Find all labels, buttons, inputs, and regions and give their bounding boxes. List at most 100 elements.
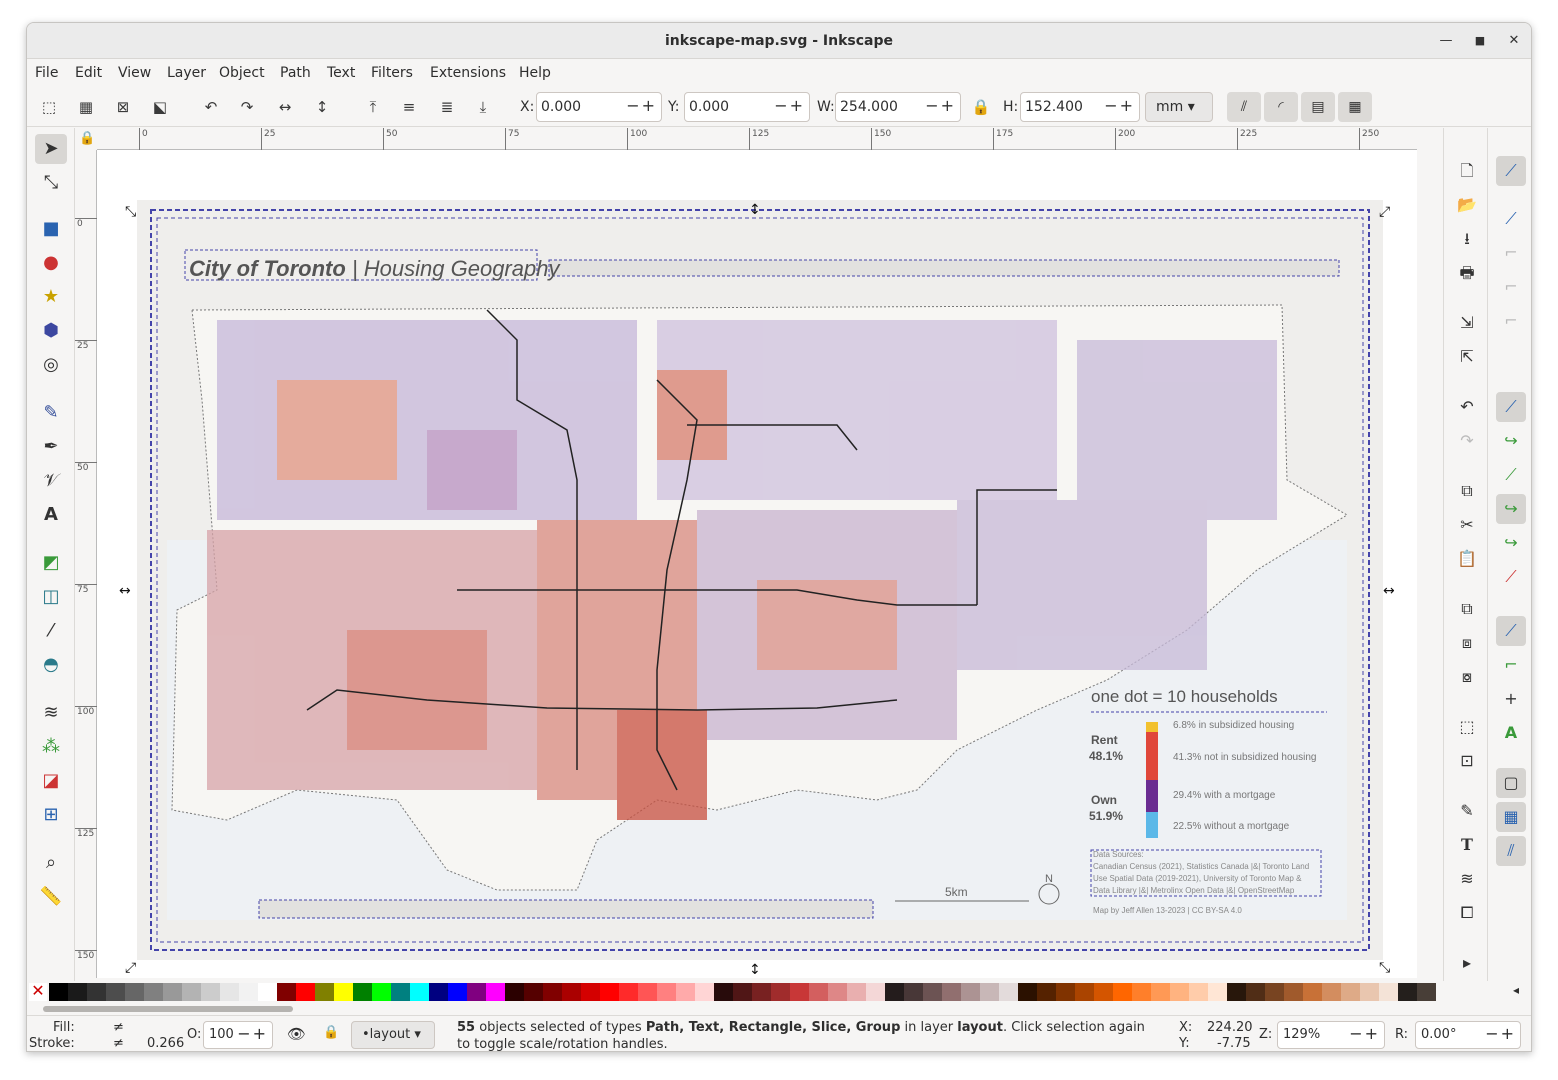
rotation-value[interactable]: 0.00°	[1421, 1027, 1456, 1042]
text-tool-icon[interactable]: A	[35, 500, 67, 530]
palette-swatch[interactable]	[885, 983, 904, 1001]
palette-swatch[interactable]	[1132, 983, 1151, 1001]
stroke-width[interactable]: 0.266	[147, 1036, 184, 1051]
snap-path-icon[interactable]: ↪	[1496, 426, 1526, 456]
more-commands-icon[interactable]: ▸	[1452, 948, 1482, 978]
eraser-tool-icon[interactable]: ◪	[35, 766, 67, 796]
menu-help[interactable]: Help	[519, 65, 551, 81]
selector-tool-icon[interactable]: ➤	[35, 134, 67, 164]
palette-swatch[interactable]	[144, 983, 163, 1001]
snap-grid-icon[interactable]: ▦	[1496, 802, 1526, 832]
new-document-icon[interactable]: 🗋	[1452, 156, 1482, 186]
snap-smooth-icon[interactable]: ↪	[1496, 528, 1526, 558]
palette-swatch[interactable]	[106, 983, 125, 1001]
rotation-input[interactable]: 0.00° −+	[1415, 1021, 1521, 1049]
node-tool-icon[interactable]: ⤡	[35, 168, 67, 198]
gradient-tool-icon[interactable]: ◩	[35, 548, 67, 578]
menu-file[interactable]: File	[35, 65, 58, 81]
palette-swatch[interactable]	[543, 983, 562, 1001]
paint-bucket-tool-icon[interactable]: ◓	[35, 650, 67, 680]
measure-tool-icon[interactable]: 📏	[35, 882, 67, 912]
scale-handle-w-icon[interactable]: ↔	[119, 583, 131, 599]
palette-swatch[interactable]	[1151, 983, 1170, 1001]
palette-swatch[interactable]	[752, 983, 771, 1001]
canvas[interactable]: ⤡ ↕ ⤢ ↔ ↔ ⤢ ↕ ⤡ City of Toronto | Housin…	[97, 150, 1417, 978]
palette-swatch[interactable]	[619, 983, 638, 1001]
export-icon[interactable]: ⇱	[1452, 342, 1482, 372]
snap-others-icon[interactable]: ⟋	[1496, 616, 1526, 646]
clone-icon[interactable]: ⧈	[1452, 628, 1482, 658]
scale-stroke-icon[interactable]: ⫽	[1227, 92, 1261, 122]
palette-swatch[interactable]	[999, 983, 1018, 1001]
scale-corners-icon[interactable]: ◜	[1264, 92, 1298, 122]
palette-swatch[interactable]	[68, 983, 87, 1001]
undo-icon[interactable]: ↶	[1452, 392, 1482, 422]
palette-swatch[interactable]	[1170, 983, 1189, 1001]
rectangle-tool-icon[interactable]: ■	[35, 214, 67, 244]
lower-to-bottom-icon[interactable]: ⤓	[471, 95, 495, 119]
palette-swatch[interactable]	[828, 983, 847, 1001]
mesh-tool-icon[interactable]: ◫	[35, 582, 67, 612]
stroke-value[interactable]: ≠	[113, 1036, 124, 1051]
horizontal-scrollbar[interactable]	[27, 1003, 1531, 1015]
palette-swatch[interactable]	[1227, 983, 1246, 1001]
import-icon[interactable]: ⇲	[1452, 308, 1482, 338]
palette-swatch[interactable]	[486, 983, 505, 1001]
menu-object[interactable]: Object	[219, 65, 265, 81]
palette-swatch[interactable]	[296, 983, 315, 1001]
palette-swatch[interactable]	[467, 983, 486, 1001]
layer-lock-icon[interactable]: 🔒	[323, 1025, 339, 1040]
xml-editor-icon[interactable]: ⧠	[1452, 898, 1482, 928]
dropper-tool-icon[interactable]: ⁄	[35, 616, 67, 646]
palette-swatch[interactable]	[49, 983, 68, 1001]
select-all-icon[interactable]: ⬚	[37, 95, 61, 119]
y-stepper-icon[interactable]: −+	[774, 96, 805, 115]
palette-swatch[interactable]	[847, 983, 866, 1001]
minimize-icon[interactable]: —	[1437, 32, 1455, 50]
palette-swatch[interactable]	[1341, 983, 1360, 1001]
group-icon[interactable]: ⬚	[1452, 712, 1482, 742]
palette-swatch[interactable]	[1265, 983, 1284, 1001]
tweak-tool-icon[interactable]: ≋	[35, 698, 67, 728]
calligraphy-tool-icon[interactable]: 𝒱	[35, 466, 67, 496]
snap-text-baseline-icon[interactable]: A	[1496, 718, 1526, 748]
palette-swatch[interactable]	[1322, 983, 1341, 1001]
rotate-cw-icon[interactable]: ↷	[235, 95, 259, 119]
palette-swatch[interactable]	[790, 983, 809, 1001]
palette-swatch[interactable]	[1094, 983, 1113, 1001]
palette-swatch[interactable]	[733, 983, 752, 1001]
palette-swatch[interactable]	[1360, 983, 1379, 1001]
w-value[interactable]: 254.000	[840, 99, 898, 115]
snap-toggle-icon[interactable]: ⟋	[1496, 156, 1526, 186]
pen-tool-icon[interactable]: ✒	[35, 432, 67, 462]
snap-midpoint-icon[interactable]: ⟋	[1496, 562, 1526, 592]
palette-swatch[interactable]	[87, 983, 106, 1001]
unit-select[interactable]: mm ▾	[1145, 92, 1213, 122]
palette-swatch[interactable]	[676, 983, 695, 1001]
flip-vertical-icon[interactable]: ↕	[310, 95, 334, 119]
scale-handle-n-icon[interactable]: ↕	[749, 202, 761, 218]
h-input[interactable]: 152.400 −+	[1020, 92, 1140, 122]
palette-swatch[interactable]	[638, 983, 657, 1001]
move-gradients-icon[interactable]: ▤	[1301, 92, 1335, 122]
menu-text[interactable]: Text	[327, 65, 355, 81]
move-patterns-icon[interactable]: ▦	[1338, 92, 1372, 122]
scale-handle-sw-icon[interactable]: ⤢	[125, 960, 136, 976]
spiral-tool-icon[interactable]: ◎	[35, 350, 67, 380]
layer-visibility-icon[interactable]: 👁	[287, 1025, 306, 1043]
w-input[interactable]: 254.000 −+	[835, 92, 961, 122]
palette-swatch[interactable]	[1398, 983, 1417, 1001]
palette-scroll-icon[interactable]: ◂	[1513, 983, 1519, 997]
select-same-icon[interactable]: ⬕	[148, 95, 172, 119]
scale-handle-se-icon[interactable]: ⤡	[1379, 960, 1390, 976]
palette-swatch[interactable]	[980, 983, 999, 1001]
close-icon[interactable]: ✕	[1505, 32, 1523, 50]
cut-icon[interactable]: ✂	[1452, 510, 1482, 540]
ellipse-tool-icon[interactable]: ●	[35, 248, 67, 278]
palette-swatch[interactable]	[771, 983, 790, 1001]
fill-value[interactable]: ≠	[113, 1020, 124, 1035]
menu-view[interactable]: View	[118, 65, 151, 81]
raise-to-top-icon[interactable]: ⤒	[361, 95, 385, 119]
no-paint-icon[interactable]: ✕	[29, 983, 47, 1001]
opacity-stepper-icon[interactable]: −+	[237, 1024, 268, 1043]
